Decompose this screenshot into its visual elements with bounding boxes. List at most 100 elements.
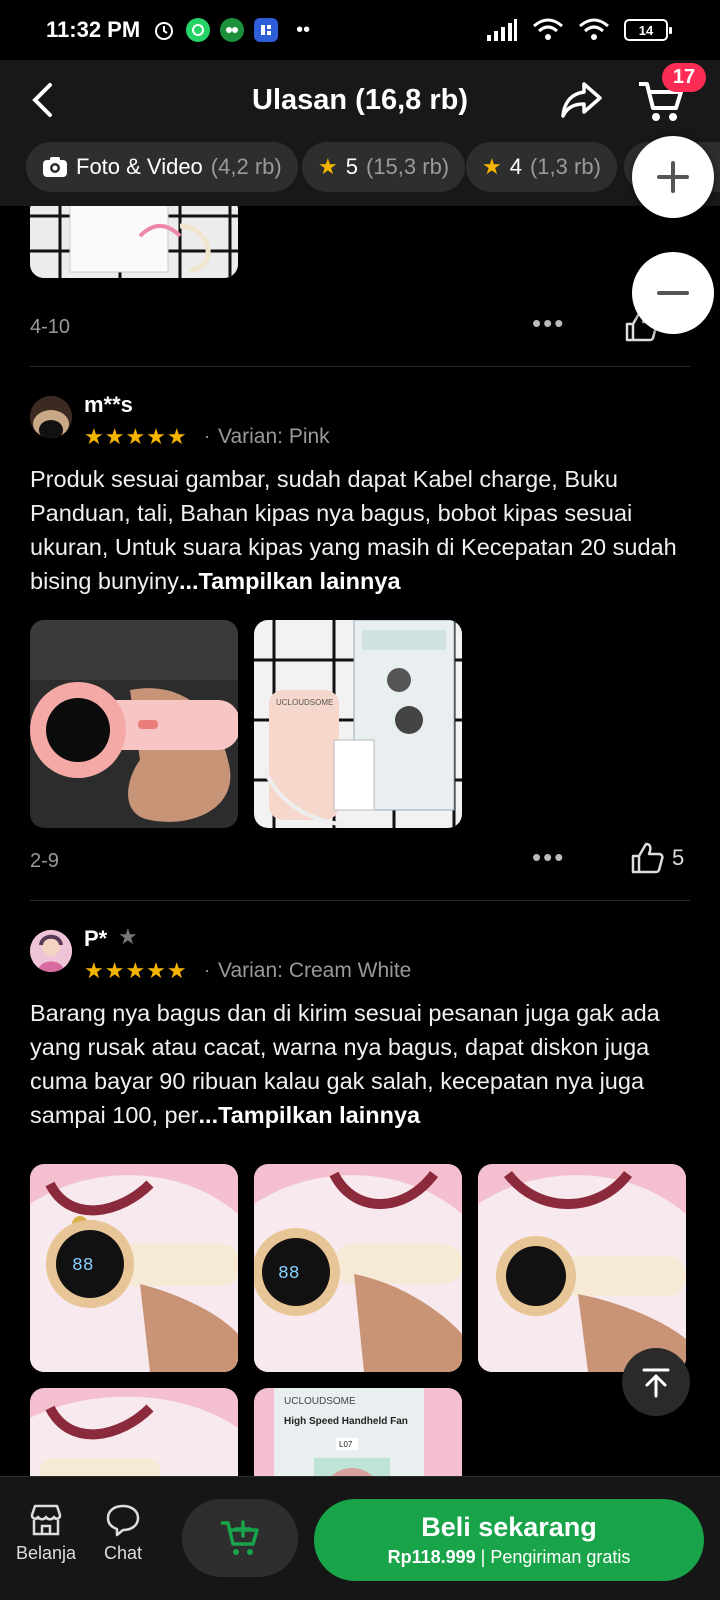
- notification-icons: ••: [152, 18, 310, 42]
- filter-chip-4-star[interactable]: ★ 4 (1,3 rb): [466, 142, 617, 192]
- filter-chip-count: (15,3 rb): [365, 154, 450, 179]
- chat-icon: [106, 1504, 140, 1537]
- more-options-button[interactable]: •••: [532, 842, 565, 873]
- app-owl-icon: [220, 18, 245, 42]
- reviewer-name: m**s: [84, 392, 133, 417]
- add-cart-icon: [221, 1520, 259, 1555]
- filter-chip-label: 5: [345, 154, 358, 179]
- star-badge-icon: ★: [118, 924, 138, 949]
- review-photo[interactable]: [478, 1164, 686, 1372]
- review-text: Produk sesuai gambar, sudah dapat Kabel …: [30, 462, 694, 598]
- separator-dot: ·: [204, 426, 210, 446]
- shop-button[interactable]: Belanja: [16, 1503, 76, 1564]
- buy-now-subtitle: Rp118.999 | Pengiriman gratis: [388, 1547, 631, 1568]
- avatar[interactable]: [30, 396, 72, 438]
- arrow-up-icon: [642, 1368, 670, 1398]
- show-more-link[interactable]: ...Tampilkan lainnya: [179, 568, 401, 594]
- minus-icon: [657, 291, 689, 295]
- photo-box-code-text: L07: [339, 1440, 353, 1449]
- signal-icon: [487, 19, 517, 41]
- review-photo[interactable]: UCLOUDSOME High Speed Handheld Fan L07: [254, 1388, 462, 1476]
- review-photo[interactable]: [30, 620, 238, 828]
- zoom-out-button[interactable]: [632, 252, 714, 334]
- status-right: 14: [486, 18, 672, 42]
- shop-label: Belanja: [16, 1543, 77, 1563]
- share-button[interactable]: [558, 78, 606, 122]
- add-to-cart-button[interactable]: [182, 1499, 298, 1577]
- cart-badge: 17: [662, 63, 706, 92]
- filter-chips: Foto & Video (4,2 rb) ★ 5 (15,3 rb) ★ 4 …: [0, 140, 720, 206]
- review-text: Barang nya bagus dan di kirim sesuai pes…: [30, 996, 694, 1132]
- review-date: 4-10: [30, 316, 71, 338]
- photo-brand-text: UCLOUDSOME: [284, 1396, 356, 1407]
- photo-image: 88: [30, 1164, 238, 1372]
- review-photo[interactable]: 88: [30, 1164, 238, 1372]
- show-more-link[interactable]: ...Tampilkan lainnya: [199, 1102, 421, 1128]
- like-count: 5: [672, 845, 685, 870]
- status-bar: 11:32 PM •• 14: [0, 0, 720, 60]
- like-button[interactable]: 5: [630, 842, 684, 874]
- divider: [30, 900, 690, 901]
- buy-now-button[interactable]: Beli sekarang Rp118.999 | Pengiriman gra…: [314, 1499, 704, 1581]
- reviewer-name: P*: [84, 926, 108, 951]
- separator-dot: ·: [204, 960, 210, 980]
- rating-stars: ★★★★★: [84, 424, 188, 449]
- divider: [30, 366, 690, 367]
- photo-brand-text: UCLOUDSOME: [276, 698, 333, 707]
- alarm-icon: [152, 18, 176, 42]
- battery-indicator: 14: [624, 19, 672, 41]
- variant-label: Varian: Pink: [218, 425, 330, 448]
- photo-image: UCLOUDSOME High Speed Handheld Fan L07: [254, 1388, 462, 1476]
- scroll-to-top-button[interactable]: [622, 1348, 690, 1416]
- price: Rp118.999: [387, 1547, 476, 1567]
- page-title: Ulasan (16,8 rb): [252, 83, 468, 116]
- variant-label: Varian: Cream White: [218, 959, 412, 982]
- review-photo[interactable]: UCLOUDSOME: [254, 620, 462, 828]
- filter-chip-photo-video[interactable]: Foto & Video (4,2 rb): [26, 142, 298, 192]
- chat-button[interactable]: Chat: [104, 1503, 142, 1564]
- thumbs-up-icon: [631, 842, 664, 874]
- shipping-label: Pengiriman gratis: [490, 1547, 631, 1567]
- photo-image: [478, 1164, 686, 1372]
- star-icon: ★: [318, 154, 338, 179]
- filter-chip-count: (1,3 rb): [529, 154, 601, 179]
- more-notifications-icon: ••: [296, 18, 311, 41]
- buy-now-label: Beli sekarang: [421, 1512, 597, 1542]
- photo-display-text: 88: [278, 1264, 300, 1284]
- back-button[interactable]: [22, 80, 62, 120]
- filter-chip-5-star[interactable]: ★ 5 (15,3 rb): [302, 142, 466, 192]
- photo-image: 88: [254, 1164, 462, 1372]
- rating-stars: ★★★★★: [84, 958, 188, 983]
- status-time: 11:32 PM: [46, 17, 141, 42]
- wifi-icon: [533, 18, 563, 40]
- photo-image: [30, 620, 238, 828]
- review-photo[interactable]: [30, 206, 238, 278]
- chevron-left-icon: [32, 83, 52, 117]
- review-list: 4-10 ••• m**s ★★★★★ · Varian: Pink Produ…: [0, 206, 720, 1476]
- zoom-in-button[interactable]: [632, 136, 714, 218]
- filter-chip-label: 4: [509, 154, 522, 179]
- price-separator: |: [475, 1547, 491, 1567]
- filter-chip-label: Foto & Video: [76, 154, 203, 179]
- bottom-action-bar: Belanja Chat Beli sekarang Rp118.999 | P…: [0, 1476, 720, 1600]
- share-icon: [561, 82, 602, 118]
- photo-image: [30, 206, 238, 278]
- whatsapp-icon: [186, 18, 211, 42]
- shop-icon: [30, 1504, 62, 1536]
- more-options-button[interactable]: •••: [532, 308, 565, 339]
- chat-label: Chat: [104, 1543, 143, 1563]
- photo-image: [30, 1388, 238, 1476]
- header: Ulasan (16,8 rb): [0, 60, 720, 140]
- review-photo[interactable]: [30, 1388, 238, 1476]
- camera-icon: [43, 157, 67, 177]
- review-date: 2-9: [30, 850, 59, 872]
- star-icon: ★: [482, 154, 502, 179]
- filter-chip-count: (4,2 rb): [210, 154, 282, 179]
- wifi-icon-2: [579, 18, 609, 40]
- photo-image: UCLOUDSOME: [254, 620, 462, 828]
- avatar[interactable]: [30, 930, 72, 972]
- photo-display-text: 88: [72, 1256, 94, 1276]
- photo-product-text: High Speed Handheld Fan: [284, 1416, 408, 1427]
- plus-icon: [657, 161, 689, 193]
- review-photo[interactable]: 88: [254, 1164, 462, 1372]
